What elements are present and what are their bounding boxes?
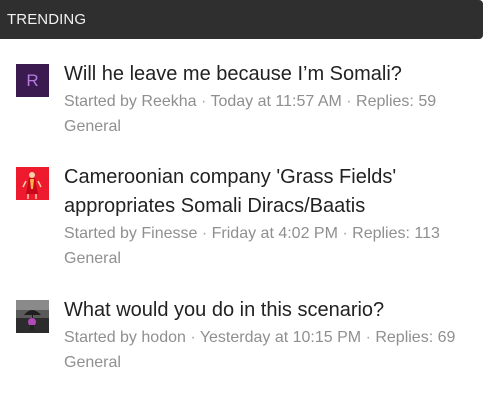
thread-forum-link[interactable]: General bbox=[64, 114, 474, 140]
trending-header: TRENDING bbox=[0, 0, 483, 39]
thread-author-link[interactable]: Finesse bbox=[141, 225, 197, 242]
thread-title[interactable]: What would you do in this scenario? bbox=[64, 296, 474, 325]
thread-title[interactable]: Cameroonian company 'Grass Fields' appro… bbox=[64, 163, 474, 221]
started-by-label: Started by bbox=[64, 329, 137, 346]
thread-meta: Started by Finesse · Friday at 4:02 PM ·… bbox=[64, 225, 440, 242]
thread-title-line1: Cameroonian company 'Grass Fields' bbox=[64, 166, 397, 188]
replies-label: Replies: bbox=[352, 225, 410, 242]
thread-time: Friday at 4:02 PM bbox=[211, 225, 338, 242]
avatar-letter: R bbox=[16, 64, 49, 97]
thread-author-link[interactable]: Reekha bbox=[141, 93, 196, 110]
thread-author-link[interactable]: hodon bbox=[141, 329, 186, 346]
umbrella-figure-avatar-icon bbox=[16, 300, 49, 333]
started-by-label: Started by bbox=[64, 93, 137, 110]
avatar[interactable] bbox=[16, 300, 49, 333]
avatar[interactable] bbox=[16, 167, 49, 200]
replies-label: Replies: bbox=[356, 93, 414, 110]
thread-meta: Started by hodon · Yesterday at 10:15 PM… bbox=[64, 329, 456, 346]
replies-count: 113 bbox=[414, 225, 440, 242]
thread-forum-link[interactable]: General bbox=[64, 246, 474, 272]
trending-title: TRENDING bbox=[7, 11, 87, 28]
started-by-label: Started by bbox=[64, 225, 137, 242]
thread-title[interactable]: Will he leave me because I’m Somali? bbox=[64, 60, 474, 89]
thread-time: Yesterday at 10:15 PM bbox=[199, 329, 362, 346]
thread-forum-link[interactable]: General bbox=[64, 350, 474, 376]
red-figure-avatar-icon bbox=[16, 167, 49, 200]
thread-title-line2: appropriates Somali Diracs/Baatis bbox=[64, 195, 366, 217]
avatar[interactable]: R bbox=[16, 64, 49, 97]
replies-label: Replies: bbox=[375, 329, 434, 346]
replies-count: 59 bbox=[418, 93, 437, 110]
thread-time: Today at 11:57 AM bbox=[210, 93, 342, 110]
thread-meta: Started by Reekha · Today at 11:57 AM · … bbox=[64, 93, 437, 110]
replies-count: 69 bbox=[437, 329, 456, 346]
